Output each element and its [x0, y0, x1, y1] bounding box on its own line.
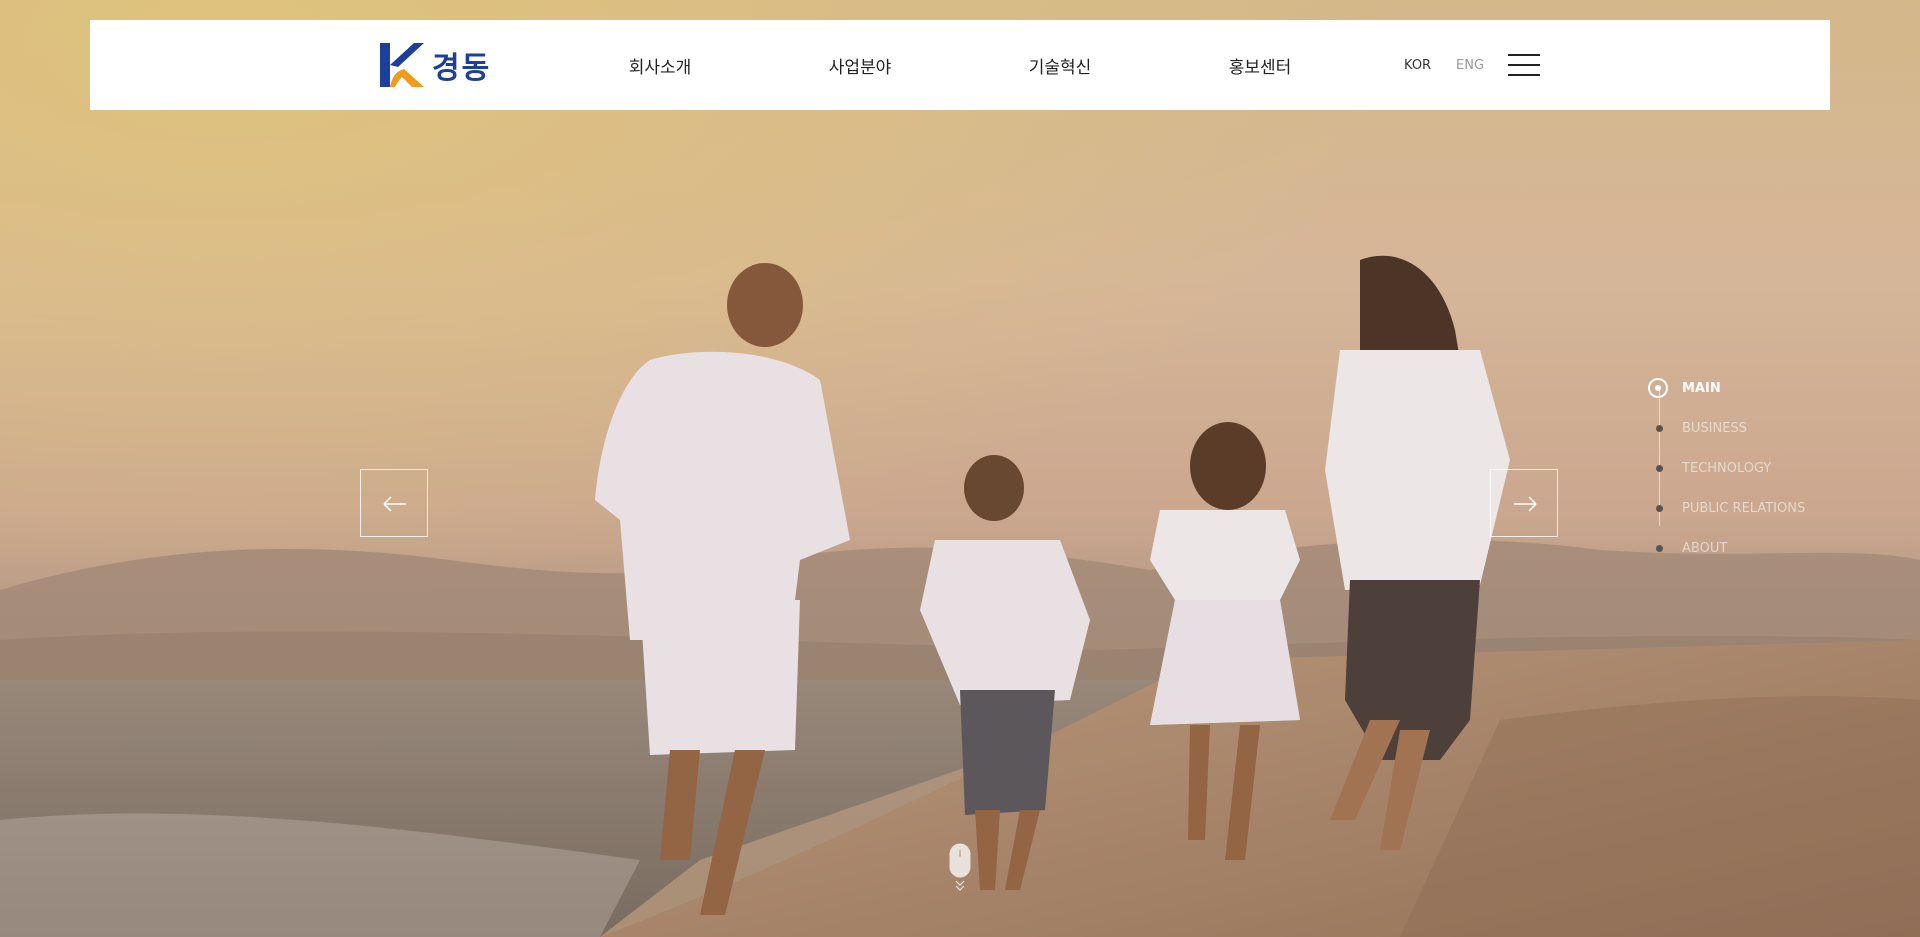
nav-item-business[interactable]: 사업분야	[829, 53, 892, 78]
lang-kor-link[interactable]: KOR	[1404, 58, 1431, 73]
hamburger-line	[1508, 54, 1540, 56]
section-nav-label: BUSINESS	[1682, 420, 1747, 436]
hamburger-line	[1508, 74, 1540, 76]
section-nav-label: MAIN	[1682, 380, 1721, 396]
hamburger-menu-button[interactable]	[1508, 53, 1540, 77]
logo-k-icon	[380, 43, 424, 87]
slider-next-button[interactable]	[1490, 469, 1558, 537]
scroll-down-indicator[interactable]	[949, 843, 971, 893]
arrow-left-icon	[383, 496, 406, 512]
arrow-right-icon	[1514, 496, 1537, 512]
logo[interactable]: 경동	[378, 41, 491, 89]
nav-item-pr-center[interactable]: 홍보센터	[1229, 53, 1292, 78]
section-nav-label: PUBLIC RELATIONS	[1682, 500, 1806, 516]
section-nav-label: TECHNOLOGY	[1682, 460, 1772, 476]
site-header: 경동 회사소개 사업분야 기술혁신 홍보센터 KOR ENG	[90, 20, 1830, 110]
dot-icon	[1656, 505, 1663, 512]
dot-icon	[1656, 545, 1663, 552]
slider-prev-button[interactable]	[360, 469, 428, 537]
mouse-icon	[949, 843, 971, 891]
logo-text: 경동	[432, 51, 492, 86]
hamburger-line	[1508, 64, 1540, 66]
beach-family-scene	[0, 0, 1920, 937]
section-nav: MAIN BUSINESS TECHNOLOGY PUBLIC RELATION…	[1648, 376, 1868, 556]
section-nav-label: ABOUT	[1682, 540, 1728, 556]
dot-icon	[1656, 465, 1663, 472]
dot-icon	[1656, 425, 1663, 432]
nav-item-company[interactable]: 회사소개	[629, 53, 692, 78]
page: 경동 회사소개 사업분야 기술혁신 홍보센터 KOR ENG MAIN BUSI…	[0, 0, 1920, 937]
hero-background-image	[0, 0, 1920, 937]
lang-eng-link[interactable]: ENG	[1456, 58, 1484, 73]
active-dot-icon	[1648, 378, 1668, 398]
nav-item-technology[interactable]: 기술혁신	[1029, 53, 1092, 78]
